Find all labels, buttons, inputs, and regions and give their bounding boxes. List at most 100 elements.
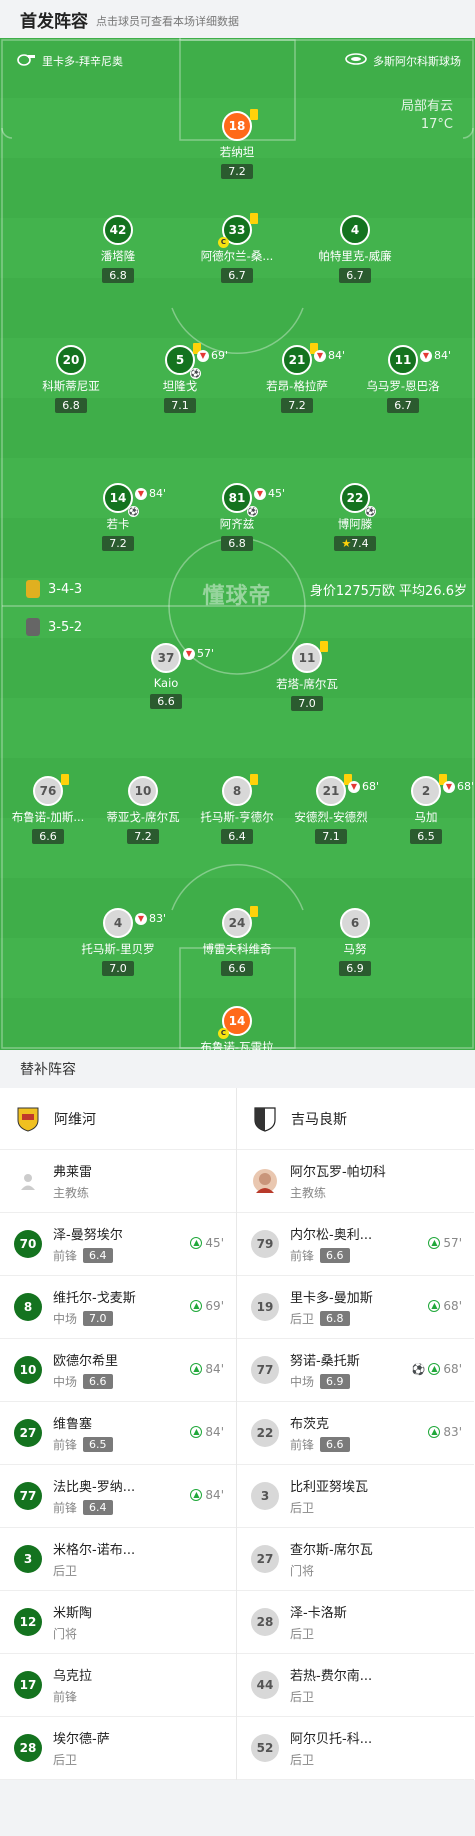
away-sub-row[interactable]: 28 泽-卡洛斯 后卫 xyxy=(237,1591,474,1654)
stadium-name: 多斯阿尔科斯球场 xyxy=(373,54,461,68)
ball-icon: ⚽ xyxy=(190,368,201,379)
home-team-row[interactable]: 阿维河 xyxy=(0,1088,236,1150)
sub-rating: 6.6 xyxy=(320,1248,350,1263)
player-name: 若纳坦 xyxy=(219,145,255,159)
player-name: 安德烈-安德烈 xyxy=(294,810,368,824)
weather-condition: 局部有云 xyxy=(400,99,453,114)
home-player[interactable]: 42 潘塔隆 6.8 xyxy=(63,215,173,283)
away-formation-text: 3-5-2 xyxy=(48,619,83,635)
sub-out: ▼ 45' xyxy=(254,487,285,500)
home-sub-row[interactable]: 12 米斯陶 门将 xyxy=(0,1591,236,1654)
sub-out: ▼ 84' xyxy=(314,349,345,362)
subs-header: 替补阵容 xyxy=(0,1050,475,1088)
sub-number: 19 xyxy=(251,1293,279,1321)
player-rating-value: 6.7 xyxy=(228,269,246,282)
home-player[interactable]: 18 若纳坦 7.2 xyxy=(182,109,292,179)
sub-out: ▼ 84' xyxy=(135,487,166,500)
away-sub-row[interactable]: 44 若热-费尔南... 后卫 xyxy=(237,1654,474,1717)
home-sub-row[interactable]: 77 法比奥-罗纳... 前锋 6.4 ▲ 84' xyxy=(0,1465,236,1528)
player-rating-value: 6.6 xyxy=(39,830,57,843)
player-rating: 6.9 xyxy=(339,961,371,976)
away-player[interactable]: 37 ▼ 57' Kaio 6.6 xyxy=(111,643,221,709)
home-sub-row[interactable]: 28 埃尔德-萨 后卫 xyxy=(0,1717,236,1780)
away-sub-row[interactable]: 52 阿尔贝托-科... 后卫 xyxy=(237,1717,474,1780)
sub-name: 埃尔德-萨 xyxy=(53,1732,110,1747)
away-coach[interactable]: 阿尔瓦罗-帕切科 主教练 xyxy=(237,1150,474,1213)
home-player[interactable]: 20 科斯蒂尼亚 6.8 xyxy=(16,345,126,413)
away-sub-row[interactable]: 77 努诺-桑托斯 中场 6.9 ⚽ ▲ 68' xyxy=(237,1339,474,1402)
player-badge: 18 xyxy=(222,109,258,141)
away-player[interactable]: 14C布鲁诺-瓦雷拉6.0 xyxy=(182,1006,292,1050)
sub-out-minute: 84' xyxy=(149,487,167,500)
home-player[interactable]: 14 ⚽ ▼ 84' 若卡 7.2 xyxy=(63,483,173,551)
home-crest-icon xyxy=(26,580,40,598)
player-rating-value: 7.2 xyxy=(134,830,152,843)
sub-in-minute: 83' xyxy=(443,1425,462,1439)
away-player[interactable]: 21 ▼ 68' 安德烈-安德烈 7.1 xyxy=(276,774,386,844)
sub-name: 法比奥-罗纳... xyxy=(53,1480,136,1495)
home-sub-row[interactable]: 27 维鲁塞 前锋 6.5 ▲ 84' xyxy=(0,1402,236,1465)
away-player[interactable]: 6 马努 6.9 xyxy=(300,908,410,976)
home-coach-name: 弗莱雷 xyxy=(53,1165,93,1180)
away-sub-row[interactable]: 3 比利亚努埃瓦 后卫 xyxy=(237,1465,474,1528)
sub-out-icon: ▼ xyxy=(348,780,360,793)
away-player[interactable]: 2 ▼ 68' 马加 6.5 xyxy=(371,774,475,844)
home-player[interactable]: 11 ▼ 84' 乌马罗-恩巴洛 6.7 xyxy=(348,345,458,413)
home-sub-row[interactable]: 8 维托尔-戈麦斯 中场 7.0 ▲ 69' xyxy=(0,1276,236,1339)
away-sub-row[interactable]: 22 布茨克 前锋 6.6 ▲ 83' xyxy=(237,1402,474,1465)
ball-icon: ⚽ xyxy=(128,506,139,517)
away-sub-row[interactable]: 79 内尔松-奥利... 前锋 6.6 ▲ 57' xyxy=(237,1213,474,1276)
sub-in-minute: 57' xyxy=(443,1236,462,1250)
home-player[interactable]: 33 C 阿德尔兰-桑... 6.7 xyxy=(182,213,292,283)
player-badge: 5 ⚽ ▼ 69' xyxy=(165,343,228,379)
player-number: 24 xyxy=(222,908,252,938)
player-badge: 11 ▼ 84' xyxy=(388,345,451,375)
sub-out-minute: 84' xyxy=(328,349,346,362)
sub-number: 8 xyxy=(14,1293,42,1321)
player-rating-value: 7.0 xyxy=(109,962,127,975)
home-player[interactable]: 22 ⚽ 博阿滕 ★7.4 xyxy=(300,483,410,551)
sub-out: ▼ 84' xyxy=(420,349,451,362)
sub-in: ▲ 83' xyxy=(428,1425,462,1439)
sub-name: 米格尔-诺布... xyxy=(53,1543,136,1558)
player-badge: 2 ▼ 68' xyxy=(411,774,474,806)
player-badge: 8 xyxy=(222,774,258,806)
sub-out-minute: 83' xyxy=(149,912,167,925)
home-sub-row[interactable]: 17 乌克拉 前锋 xyxy=(0,1654,236,1717)
sub-position: 中场 xyxy=(290,1375,315,1389)
away-player[interactable]: 11 若塔-席尔瓦 7.0 xyxy=(252,641,362,711)
sub-out-minute: 69' xyxy=(211,349,229,362)
home-player[interactable]: 21 ▼ 84' 若昂-格拉萨 7.2 xyxy=(242,343,352,413)
player-badge: 11 xyxy=(292,641,328,673)
away-team-name: 吉马良斯 xyxy=(291,1111,347,1128)
sub-out-icon: ▼ xyxy=(254,487,266,500)
player-rating-value: 6.8 xyxy=(109,269,127,282)
player-rating-value: 7.2 xyxy=(288,399,306,412)
sub-number: 44 xyxy=(251,1671,279,1699)
sub-in-minute: 45' xyxy=(205,1236,224,1250)
away-team-row[interactable]: 吉马良斯 xyxy=(237,1088,474,1150)
subs-panel: 阿维河 弗莱雷 主教练 70 泽-曼努埃尔 前锋 6.4 ▲ 45' 8 维托尔-戈麦斯 中场 7… xyxy=(0,1088,475,1780)
home-sub-row[interactable]: 70 泽-曼努埃尔 前锋 6.4 ▲ 45' xyxy=(0,1213,236,1276)
player-name: 马加 xyxy=(414,810,438,824)
home-player[interactable]: 5 ⚽ ▼ 69' 坦隆戈 7.1 xyxy=(125,343,235,413)
player-rating: 7.2 xyxy=(221,164,253,179)
away-coach-name: 阿尔瓦罗-帕切科 xyxy=(290,1165,386,1180)
sub-in-minute: 68' xyxy=(443,1362,462,1376)
home-sub-row[interactable]: 3 米格尔-诺布... 后卫 xyxy=(0,1528,236,1591)
home-coach[interactable]: 弗莱雷 主教练 xyxy=(0,1150,236,1213)
sub-number: 27 xyxy=(14,1419,42,1447)
home-player[interactable]: 4 帕特里克-威廉 6.7 xyxy=(300,215,410,283)
stadium-icon xyxy=(345,52,367,69)
player-badge: 33 C xyxy=(218,213,258,248)
player-name: 若塔-席尔瓦 xyxy=(276,677,338,691)
away-player[interactable]: 24 博雷夫科维奇 6.6 xyxy=(182,906,292,976)
away-sub-row[interactable]: 27 查尔斯-席尔瓦 门将 xyxy=(237,1528,474,1591)
away-player[interactable]: 4 ▼ 83' 托马斯-里贝罗 7.0 xyxy=(63,908,173,976)
home-sub-row[interactable]: 10 欧德尔希里 中场 6.6 ▲ 84' xyxy=(0,1339,236,1402)
sub-out-minute: 68' xyxy=(457,780,475,793)
home-player[interactable]: 81 ⚽ ▼ 45' 阿齐兹 6.8 xyxy=(182,483,292,551)
player-rating: ★7.4 xyxy=(334,536,376,551)
sub-number: 27 xyxy=(251,1545,279,1573)
away-sub-row[interactable]: 19 里卡多-曼加斯 后卫 6.8 ▲ 68' xyxy=(237,1276,474,1339)
